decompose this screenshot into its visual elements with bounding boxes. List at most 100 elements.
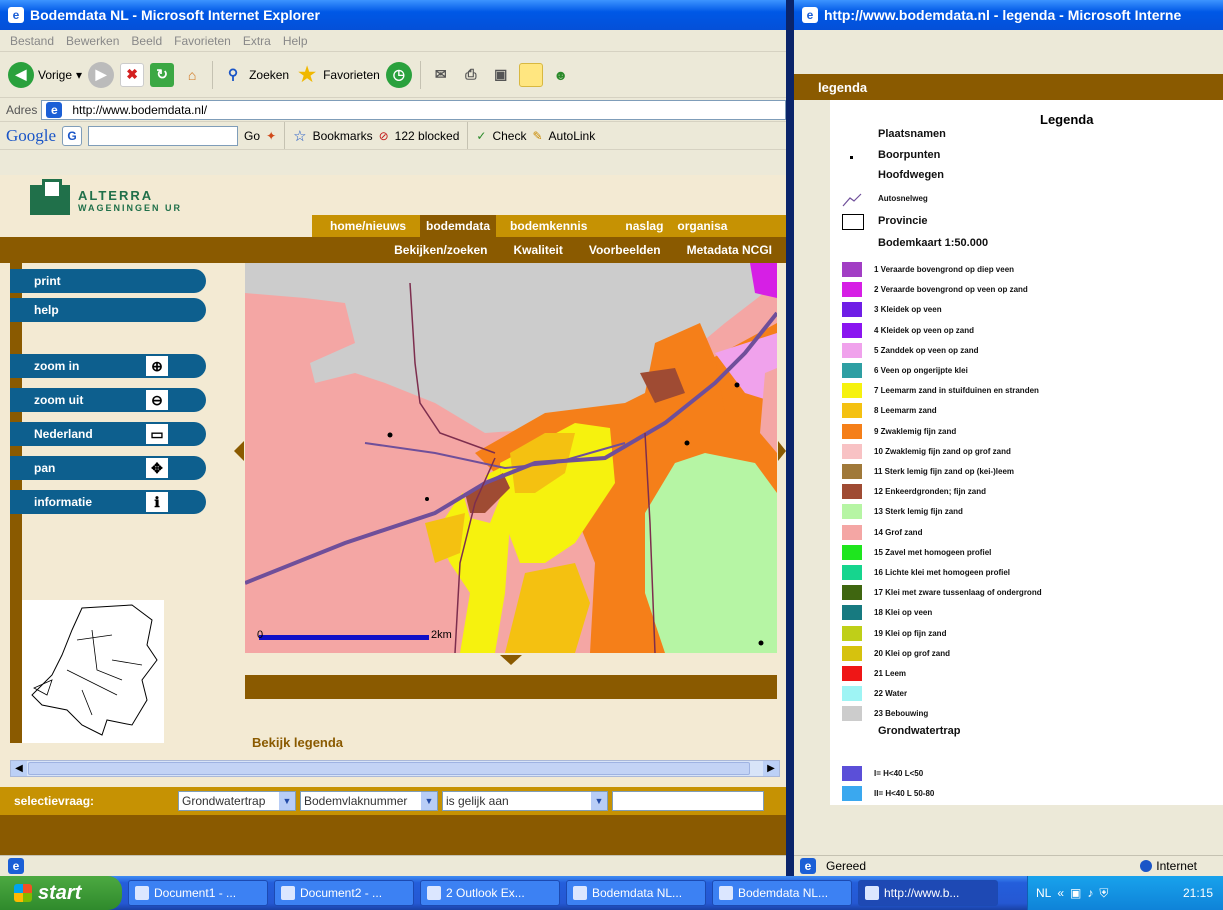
print-toolbar-icon[interactable]: ⎙ bbox=[459, 63, 483, 87]
language-indicator[interactable]: NL bbox=[1036, 886, 1051, 900]
notes-icon[interactable] bbox=[518, 62, 543, 87]
nav-bodemkennis[interactable]: bodemkennis bbox=[510, 219, 587, 233]
start-button[interactable]: start bbox=[0, 876, 122, 910]
legend-label: 10 Zwaklemig fijn zand op grof zand bbox=[874, 446, 1011, 456]
google-toolbar: Google G Go ✦ ☆ Bookmarks ⊘ 122 blocked … bbox=[0, 122, 786, 150]
soil-map-graphic[interactable] bbox=[245, 263, 777, 653]
favorites-button[interactable]: ★ Favorieten bbox=[295, 63, 380, 87]
zoom-out-button[interactable]: zoom uit ⊖ bbox=[10, 388, 206, 412]
field2-select[interactable]: Bodemvlaknummer ▼ bbox=[300, 791, 438, 811]
subnav-voorbeelden[interactable]: Voorbeelden bbox=[589, 243, 661, 257]
chevron-down-icon: ▼ bbox=[591, 792, 607, 810]
legend-label: 16 Lichte klei met homogeen profiel bbox=[874, 568, 1011, 577]
menu-bar: Bestand Bewerken Beeld Favorieten Extra … bbox=[0, 30, 786, 52]
legend-swatch bbox=[842, 786, 862, 801]
main-title-bar[interactable]: e Bodemdata NL - Microsoft Internet Expl… bbox=[0, 0, 786, 30]
tray-network-icon[interactable]: ▣ bbox=[1070, 886, 1081, 900]
legend-item: 19 Klei op fijn zand bbox=[842, 625, 1064, 641]
menu-help[interactable]: Help bbox=[283, 34, 308, 48]
home-icon[interactable]: ⌂ bbox=[180, 63, 204, 87]
pan-button[interactable]: pan ✥ bbox=[10, 456, 206, 480]
tray-volume-icon[interactable]: ♪ bbox=[1087, 886, 1093, 900]
menu-bewerken[interactable]: Bewerken bbox=[66, 34, 119, 48]
selection-label: selectievraag: bbox=[14, 794, 95, 808]
nederland-button[interactable]: Nederland ▭ bbox=[10, 422, 206, 446]
legend-label: 2 Veraarde bovengrond op veen op zand bbox=[874, 285, 1028, 295]
task-bodemdata-1[interactable]: Bodemdata NL... bbox=[566, 880, 706, 906]
scroll-left-arrow[interactable]: ◀ bbox=[11, 761, 27, 776]
google-logo[interactable]: Google bbox=[6, 126, 56, 146]
refresh-icon[interactable]: ↻ bbox=[150, 62, 175, 87]
selection-footer bbox=[0, 815, 786, 855]
subnav-kwaliteit[interactable]: Kwaliteit bbox=[514, 243, 563, 257]
subnav-bekijken-zoeken[interactable]: Bekijken/zoeken bbox=[394, 243, 487, 257]
zoom-in-button[interactable]: zoom in ⊕ bbox=[10, 354, 206, 378]
pan-south-arrow[interactable] bbox=[500, 655, 522, 665]
legend-label: 4 Kleidek op veen op zand bbox=[874, 325, 975, 335]
scroll-right-arrow[interactable]: ▶ bbox=[763, 761, 779, 776]
spellcheck-button[interactable]: Check bbox=[492, 129, 526, 143]
legend-title-bar[interactable]: e http://www.bodemdata.nl - legenda - Mi… bbox=[794, 0, 1223, 30]
legend-label: 7 Leemarm zand in stuifduinen en strande… bbox=[874, 386, 1039, 396]
task-legenda[interactable]: http://www.b... bbox=[858, 880, 998, 906]
autolink-button[interactable]: AutoLink bbox=[549, 129, 596, 143]
operator-select[interactable]: is gelijk aan ▼ bbox=[442, 791, 608, 811]
legend-swatch bbox=[842, 363, 862, 378]
edit-icon[interactable]: ▣ bbox=[489, 63, 513, 87]
back-button[interactable]: ◀ Vorige ▾ bbox=[8, 61, 82, 88]
netherlands-outline-icon[interactable] bbox=[22, 600, 164, 743]
nav-naslag[interactable]: naslag bbox=[625, 219, 663, 233]
field1-select[interactable]: Grondwatertrap ▼ bbox=[178, 791, 296, 811]
mail-icon[interactable]: ✉ bbox=[429, 63, 453, 87]
soil-map[interactable]: 0 2km bbox=[245, 263, 777, 653]
google-go-button[interactable]: Go bbox=[244, 129, 260, 143]
search-button[interactable]: ⚲ Zoeken bbox=[221, 63, 289, 87]
bookmarks-button[interactable]: Bookmarks bbox=[313, 129, 373, 143]
legend-label: 17 Klei met zware tussenlaag of ondergro… bbox=[874, 588, 1042, 598]
tray-security-icon[interactable]: ⛨ bbox=[1099, 886, 1108, 901]
value-input[interactable] bbox=[612, 791, 764, 811]
task-document1[interactable]: Document1 - ... bbox=[128, 880, 268, 906]
bekijk-legenda-link[interactable]: Bekijk legenda bbox=[252, 735, 343, 750]
legend-panel: Legenda Plaatsnamen Boorpunten Hoofdwege… bbox=[830, 100, 1223, 805]
ie-icon: e bbox=[802, 7, 818, 23]
motorway-symbol-icon bbox=[842, 193, 862, 207]
subnav-metadata-ncgi[interactable]: Metadata NCGI bbox=[687, 243, 772, 257]
menu-favorieten[interactable]: Favorieten bbox=[174, 34, 231, 48]
scroll-thumb[interactable] bbox=[28, 762, 750, 775]
help-button[interactable]: help bbox=[10, 298, 206, 322]
nav-bodemdata[interactable]: bodemdata bbox=[420, 215, 497, 237]
task-outlook[interactable]: 2 Outlook Ex... bbox=[420, 880, 560, 906]
google-search-input[interactable] bbox=[88, 125, 239, 146]
task-document2[interactable]: Document2 - ... bbox=[274, 880, 414, 906]
pan-west-arrow[interactable] bbox=[234, 441, 244, 461]
tray-arrow-icon[interactable]: « bbox=[1057, 886, 1064, 900]
google-g-icon[interactable]: G bbox=[62, 125, 83, 146]
nav-organisatie[interactable]: organisa bbox=[677, 219, 727, 233]
pagerank-icon[interactable]: ✦ bbox=[266, 129, 276, 143]
legend-label: 22 Water bbox=[874, 689, 908, 699]
alterra-logo[interactable]: ALTERRA WAGENINGEN UR bbox=[30, 179, 182, 215]
overview-map[interactable] bbox=[22, 600, 164, 743]
menu-bestand[interactable]: Bestand bbox=[10, 34, 54, 48]
legend-section-bodemkaart: Bodemkaart 1:50.000 bbox=[878, 237, 989, 249]
nav-home-nieuws[interactable]: home/nieuws bbox=[330, 219, 406, 233]
messenger-icon[interactable]: ☻ bbox=[549, 63, 573, 87]
pan-east-arrow[interactable] bbox=[778, 441, 786, 461]
task-bodemdata-2[interactable]: Bodemdata NL... bbox=[712, 880, 852, 906]
popup-blocked-count[interactable]: 122 blocked bbox=[395, 129, 460, 143]
stop-icon[interactable]: ✖ bbox=[120, 62, 145, 87]
legend-label: 12 Enkeerdgronden; fijn zand bbox=[874, 487, 987, 497]
legend-swatch bbox=[842, 706, 862, 722]
menu-extra[interactable]: Extra bbox=[243, 34, 271, 48]
scale-start-label: 0 bbox=[257, 629, 264, 641]
print-button[interactable]: print bbox=[10, 269, 206, 293]
informatie-button[interactable]: informatie ℹ bbox=[10, 490, 206, 514]
horizontal-scrollbar[interactable]: ◀ ▶ bbox=[10, 760, 780, 777]
menu-beeld[interactable]: Beeld bbox=[131, 34, 162, 48]
legend-item: 18 Klei op veen bbox=[842, 605, 1064, 621]
legend-title: Legenda bbox=[1040, 112, 1094, 127]
address-input[interactable]: e http://www.bodemdata.nl/ bbox=[41, 99, 786, 120]
forward-button[interactable]: ▶ bbox=[88, 61, 115, 88]
history-icon[interactable]: ◷ bbox=[385, 61, 412, 88]
